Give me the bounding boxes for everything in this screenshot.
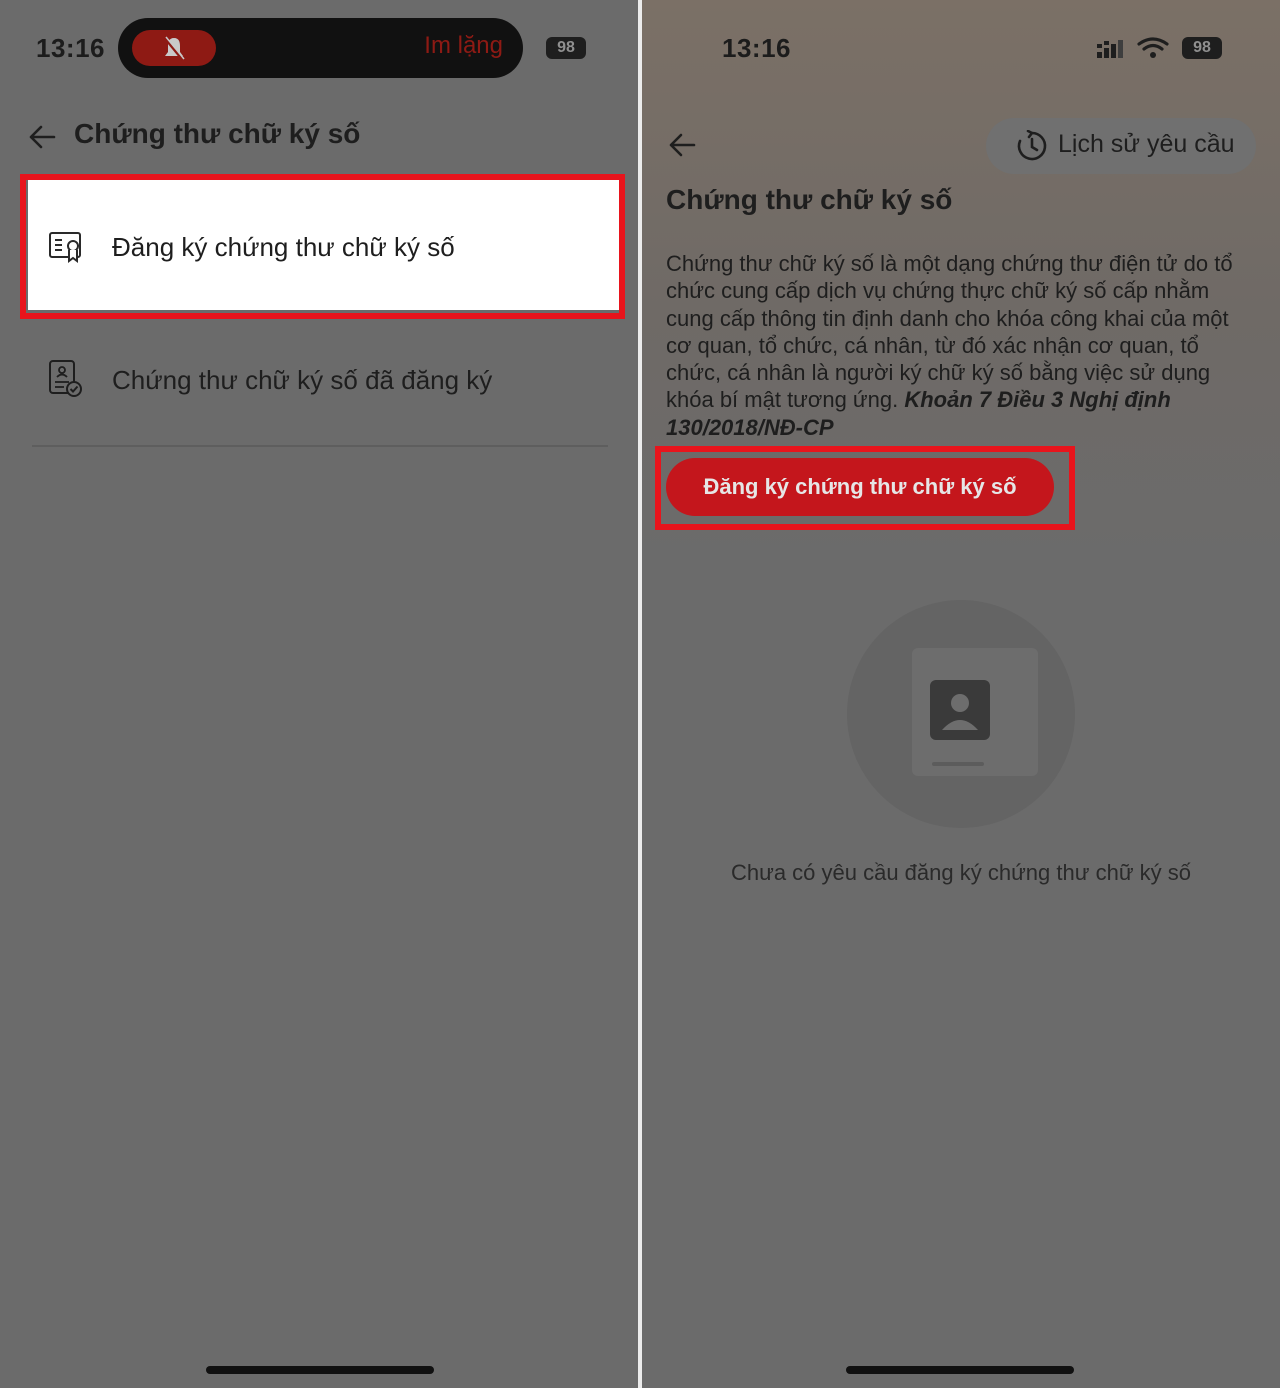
- registered-document-icon: [49, 360, 82, 397]
- description: Chứng thư chữ ký số là một dạng chứng th…: [666, 250, 1256, 441]
- bell-slash-icon: [163, 36, 185, 61]
- page-title: Chứng thư chữ ký số: [74, 118, 361, 149]
- page-title: Chứng thư chữ ký số: [666, 184, 953, 215]
- history-icon: [1017, 130, 1047, 161]
- battery-indicator: 98: [546, 37, 586, 59]
- left-screen: 13:16 Im lặng 98 Chứng thư chữ ký số Đăn…: [0, 0, 638, 1388]
- home-indicator[interactable]: [846, 1366, 1074, 1374]
- history-button-label: Lịch sử yêu cầu: [1058, 130, 1235, 158]
- home-indicator[interactable]: [206, 1366, 434, 1374]
- highlight-box: [655, 446, 1075, 530]
- status-time: 13:16: [722, 33, 791, 63]
- back-arrow-icon[interactable]: [668, 132, 696, 158]
- menu-item-label: Chứng thư chữ ký số đã đăng ký: [112, 365, 493, 395]
- status-time: 13:16: [36, 33, 105, 63]
- back-arrow-icon[interactable]: [28, 124, 56, 150]
- wifi-icon: [1137, 37, 1169, 58]
- history-button[interactable]: Lịch sử yêu cầu: [986, 118, 1256, 174]
- list-divider: [32, 445, 608, 447]
- menu-item-registered-certificates[interactable]: Chứng thư chữ ký số đã đăng ký: [28, 315, 620, 445]
- dynamic-island: Im lặng: [118, 18, 523, 78]
- empty-state-message: Chưa có yêu cầu đăng ký chứng thư chữ ký…: [730, 860, 1192, 885]
- cellular-signal-icon: [1097, 40, 1123, 58]
- document-line: [932, 762, 984, 766]
- silent-mode-pill: [132, 30, 216, 66]
- battery-indicator: 98: [1182, 37, 1222, 59]
- person-icon: [930, 680, 990, 740]
- silent-label: Im lặng: [424, 32, 503, 59]
- highlight-box: [20, 174, 625, 319]
- right-screen: 13:16 98 Lịch sử yêu cầu Chứng thư chữ k…: [642, 0, 1280, 1388]
